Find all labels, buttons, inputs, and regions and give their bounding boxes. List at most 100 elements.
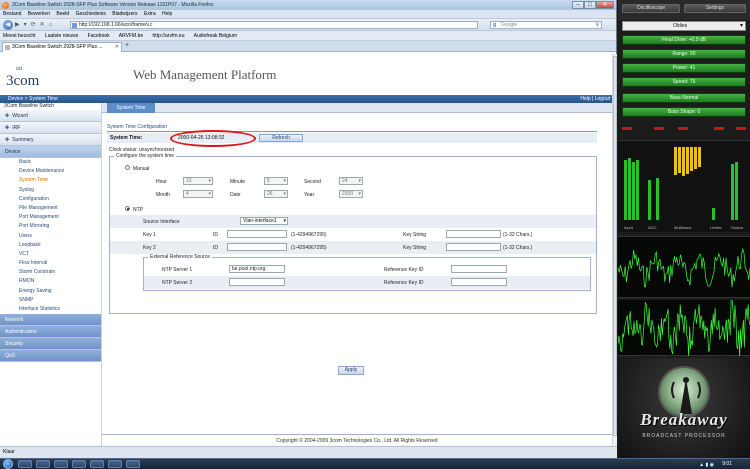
help-logout-links[interactable]: Help | Logout xyxy=(580,95,610,103)
apply-button[interactable]: Apply xyxy=(338,366,364,375)
key1-id-input[interactable] xyxy=(227,230,287,238)
ntp-server-1-input[interactable]: be.pool.ntp.org xyxy=(229,265,285,273)
sidebar-item-loopback[interactable]: Loopback xyxy=(0,241,101,250)
key2-string-input[interactable] xyxy=(446,243,501,251)
bookmark-most-visited[interactable]: Meest bezocht xyxy=(3,33,36,39)
taskbar-media-icon[interactable] xyxy=(54,460,68,468)
sidebar-authentication[interactable]: Authentication xyxy=(0,326,101,339)
bookmark-arvfm-eu[interactable]: http://arvfm.eu xyxy=(153,33,185,39)
reference-key-id-1-input[interactable] xyxy=(451,265,507,273)
sidebar-item-storm-constrain[interactable]: Storm Constrain xyxy=(0,268,101,277)
sidebar-network[interactable]: Network xyxy=(0,314,101,327)
hour-select[interactable]: 13 xyxy=(183,177,213,185)
key1-label: Key 1 xyxy=(143,232,156,238)
scrollbar-thumb[interactable] xyxy=(613,56,617,436)
month-select[interactable]: 4 xyxy=(183,190,213,198)
manual-radio[interactable] xyxy=(125,165,130,170)
sidebar-security[interactable]: Security xyxy=(0,338,101,351)
sidebar-item-device-maintenance[interactable]: Device Maintenance xyxy=(0,167,101,176)
sidebar-item-interface-statistics[interactable]: Interface Statistics xyxy=(0,305,101,314)
browser-tab[interactable]: 3Com Baseline Switch 2928-SFP Plus ... ✕ xyxy=(2,42,122,52)
bass-normal-bar[interactable]: Bass Normal xyxy=(622,93,746,103)
sidebar-item-energy-saving[interactable]: Energy Saving xyxy=(0,287,101,296)
oscilloscope-button[interactable]: Oscilloscope xyxy=(622,4,680,13)
sidebar-device[interactable]: Device xyxy=(0,146,101,158)
maximize-button[interactable]: □ xyxy=(584,1,596,9)
home-icon[interactable]: ⌂ xyxy=(49,22,53,28)
search-box[interactable]: g Google ⚲ xyxy=(490,21,602,29)
sidebar-summary[interactable]: ✚ Summary xyxy=(0,134,101,146)
menu-beeld[interactable]: Beeld xyxy=(56,11,69,17)
menu-bestand[interactable]: Bestand xyxy=(3,11,21,17)
search-icon[interactable]: ⚲ xyxy=(595,22,599,29)
system-time-label: System Time: xyxy=(110,135,143,141)
ntp-radio[interactable] xyxy=(125,206,130,211)
sidebar-irf[interactable]: ✚ IRF xyxy=(0,122,101,134)
sidebar-item-configuration[interactable]: Configuration xyxy=(0,195,101,204)
sidebar-item-vct[interactable]: VCT xyxy=(0,250,101,259)
start-button[interactable] xyxy=(3,459,13,469)
tray-icons[interactable]: ▲ ▮ ◉ xyxy=(699,462,714,468)
key2-id-input[interactable] xyxy=(227,243,287,251)
sidebar-item-syslog[interactable]: Syslog xyxy=(0,186,101,195)
reload-icon[interactable]: ⟳ xyxy=(31,21,36,28)
bookmark-facebook[interactable]: Facebook xyxy=(88,33,110,39)
forward-button[interactable]: ▶ xyxy=(15,21,20,28)
taskbar-firefox-icon[interactable] xyxy=(90,460,104,468)
sidebar-item-port-mirroring[interactable]: Port Mirroring xyxy=(0,222,101,231)
taskbar-explorer-icon[interactable] xyxy=(36,460,50,468)
back-button[interactable]: ◀ xyxy=(3,19,13,30)
meter-segment xyxy=(674,147,677,175)
sidebar-item-users[interactable]: Users xyxy=(0,232,101,241)
date-select[interactable]: 26 xyxy=(264,190,288,198)
taskbar-app2-icon[interactable] xyxy=(108,460,122,468)
bookmark-audiofreak[interactable]: Audiofreak Belgium xyxy=(194,33,237,39)
menu-help[interactable]: Help xyxy=(162,11,172,17)
speed-bar[interactable]: Speed: 75 xyxy=(622,77,746,87)
minute-select[interactable]: 8 xyxy=(264,177,288,185)
sidebar-item-port-management[interactable]: Port Management xyxy=(0,213,101,222)
main-panel: System Time System Time Configuration Sy… xyxy=(102,103,612,446)
sidebar-item-rmon[interactable]: RMON xyxy=(0,277,101,286)
tab-system-time[interactable]: System Time xyxy=(107,103,155,113)
menu-bewerken[interactable]: Bewerken xyxy=(28,11,50,17)
vertical-scrollbar[interactable] xyxy=(612,54,617,446)
sidebar-item-basic[interactable]: Basic xyxy=(0,158,101,167)
range-bar[interactable]: Range: 50 xyxy=(622,49,746,59)
taskbar-app3-icon[interactable] xyxy=(126,460,140,468)
key1-string-input[interactable] xyxy=(446,230,501,238)
refresh-button[interactable]: Refresh xyxy=(259,134,303,142)
tab-close-icon[interactable]: ✕ xyxy=(115,43,119,52)
sidebar-item-flow-interval[interactable]: Flow Interval xyxy=(0,259,101,268)
ntp-server-2-input[interactable] xyxy=(229,278,285,286)
sidebar-item-system-time[interactable]: System Time xyxy=(0,176,101,185)
preset-select[interactable]: Oldies xyxy=(622,21,746,31)
sidebar-wizard[interactable]: ✚ Wizard xyxy=(0,110,101,122)
bass-shape-bar[interactable]: Bass Shape: 0 xyxy=(622,107,746,117)
settings-button[interactable]: Settings xyxy=(684,4,746,13)
year-select[interactable]: 2000 xyxy=(339,190,363,198)
menu-geschiedenis[interactable]: Geschiedenis xyxy=(76,11,106,17)
minimize-button[interactable]: – xyxy=(572,1,584,9)
menu-extra[interactable]: Extra xyxy=(144,11,156,17)
close-button[interactable]: ✕ xyxy=(596,1,614,9)
power-bar[interactable]: Power: 41 xyxy=(622,63,746,73)
address-bar[interactable]: http://192.168.1.66/wcn/frame/v.c xyxy=(70,21,478,29)
reference-key-id-2-input[interactable] xyxy=(451,278,507,286)
taskbar-clock[interactable]: 9:01 xyxy=(722,459,732,469)
sidebar-qos[interactable]: QoS xyxy=(0,350,101,363)
new-tab-button[interactable]: + xyxy=(125,42,129,49)
sidebar-item-file-management[interactable]: File Management xyxy=(0,204,101,213)
menu-bladwijzers[interactable]: Bladwijzers xyxy=(112,11,137,17)
second-select[interactable]: 24 xyxy=(339,177,363,185)
meter-peak-marker xyxy=(736,127,746,130)
source-interface-select[interactable]: Vlan-interface1 xyxy=(240,217,288,225)
history-dropdown-icon[interactable]: ▾ xyxy=(24,21,27,28)
stop-icon[interactable]: ✕ xyxy=(40,21,45,28)
bookmark-latest-news[interactable]: Laatste nieuws xyxy=(45,33,78,39)
taskbar-ie-icon[interactable] xyxy=(18,460,32,468)
bookmark-arvfm-be[interactable]: ARVFM.be xyxy=(119,33,143,39)
final-drive-bar[interactable]: Final Drive: +0.0 dB xyxy=(622,35,746,45)
sidebar-item-snmp[interactable]: SNMP xyxy=(0,296,101,305)
taskbar-app-icon[interactable] xyxy=(72,460,86,468)
